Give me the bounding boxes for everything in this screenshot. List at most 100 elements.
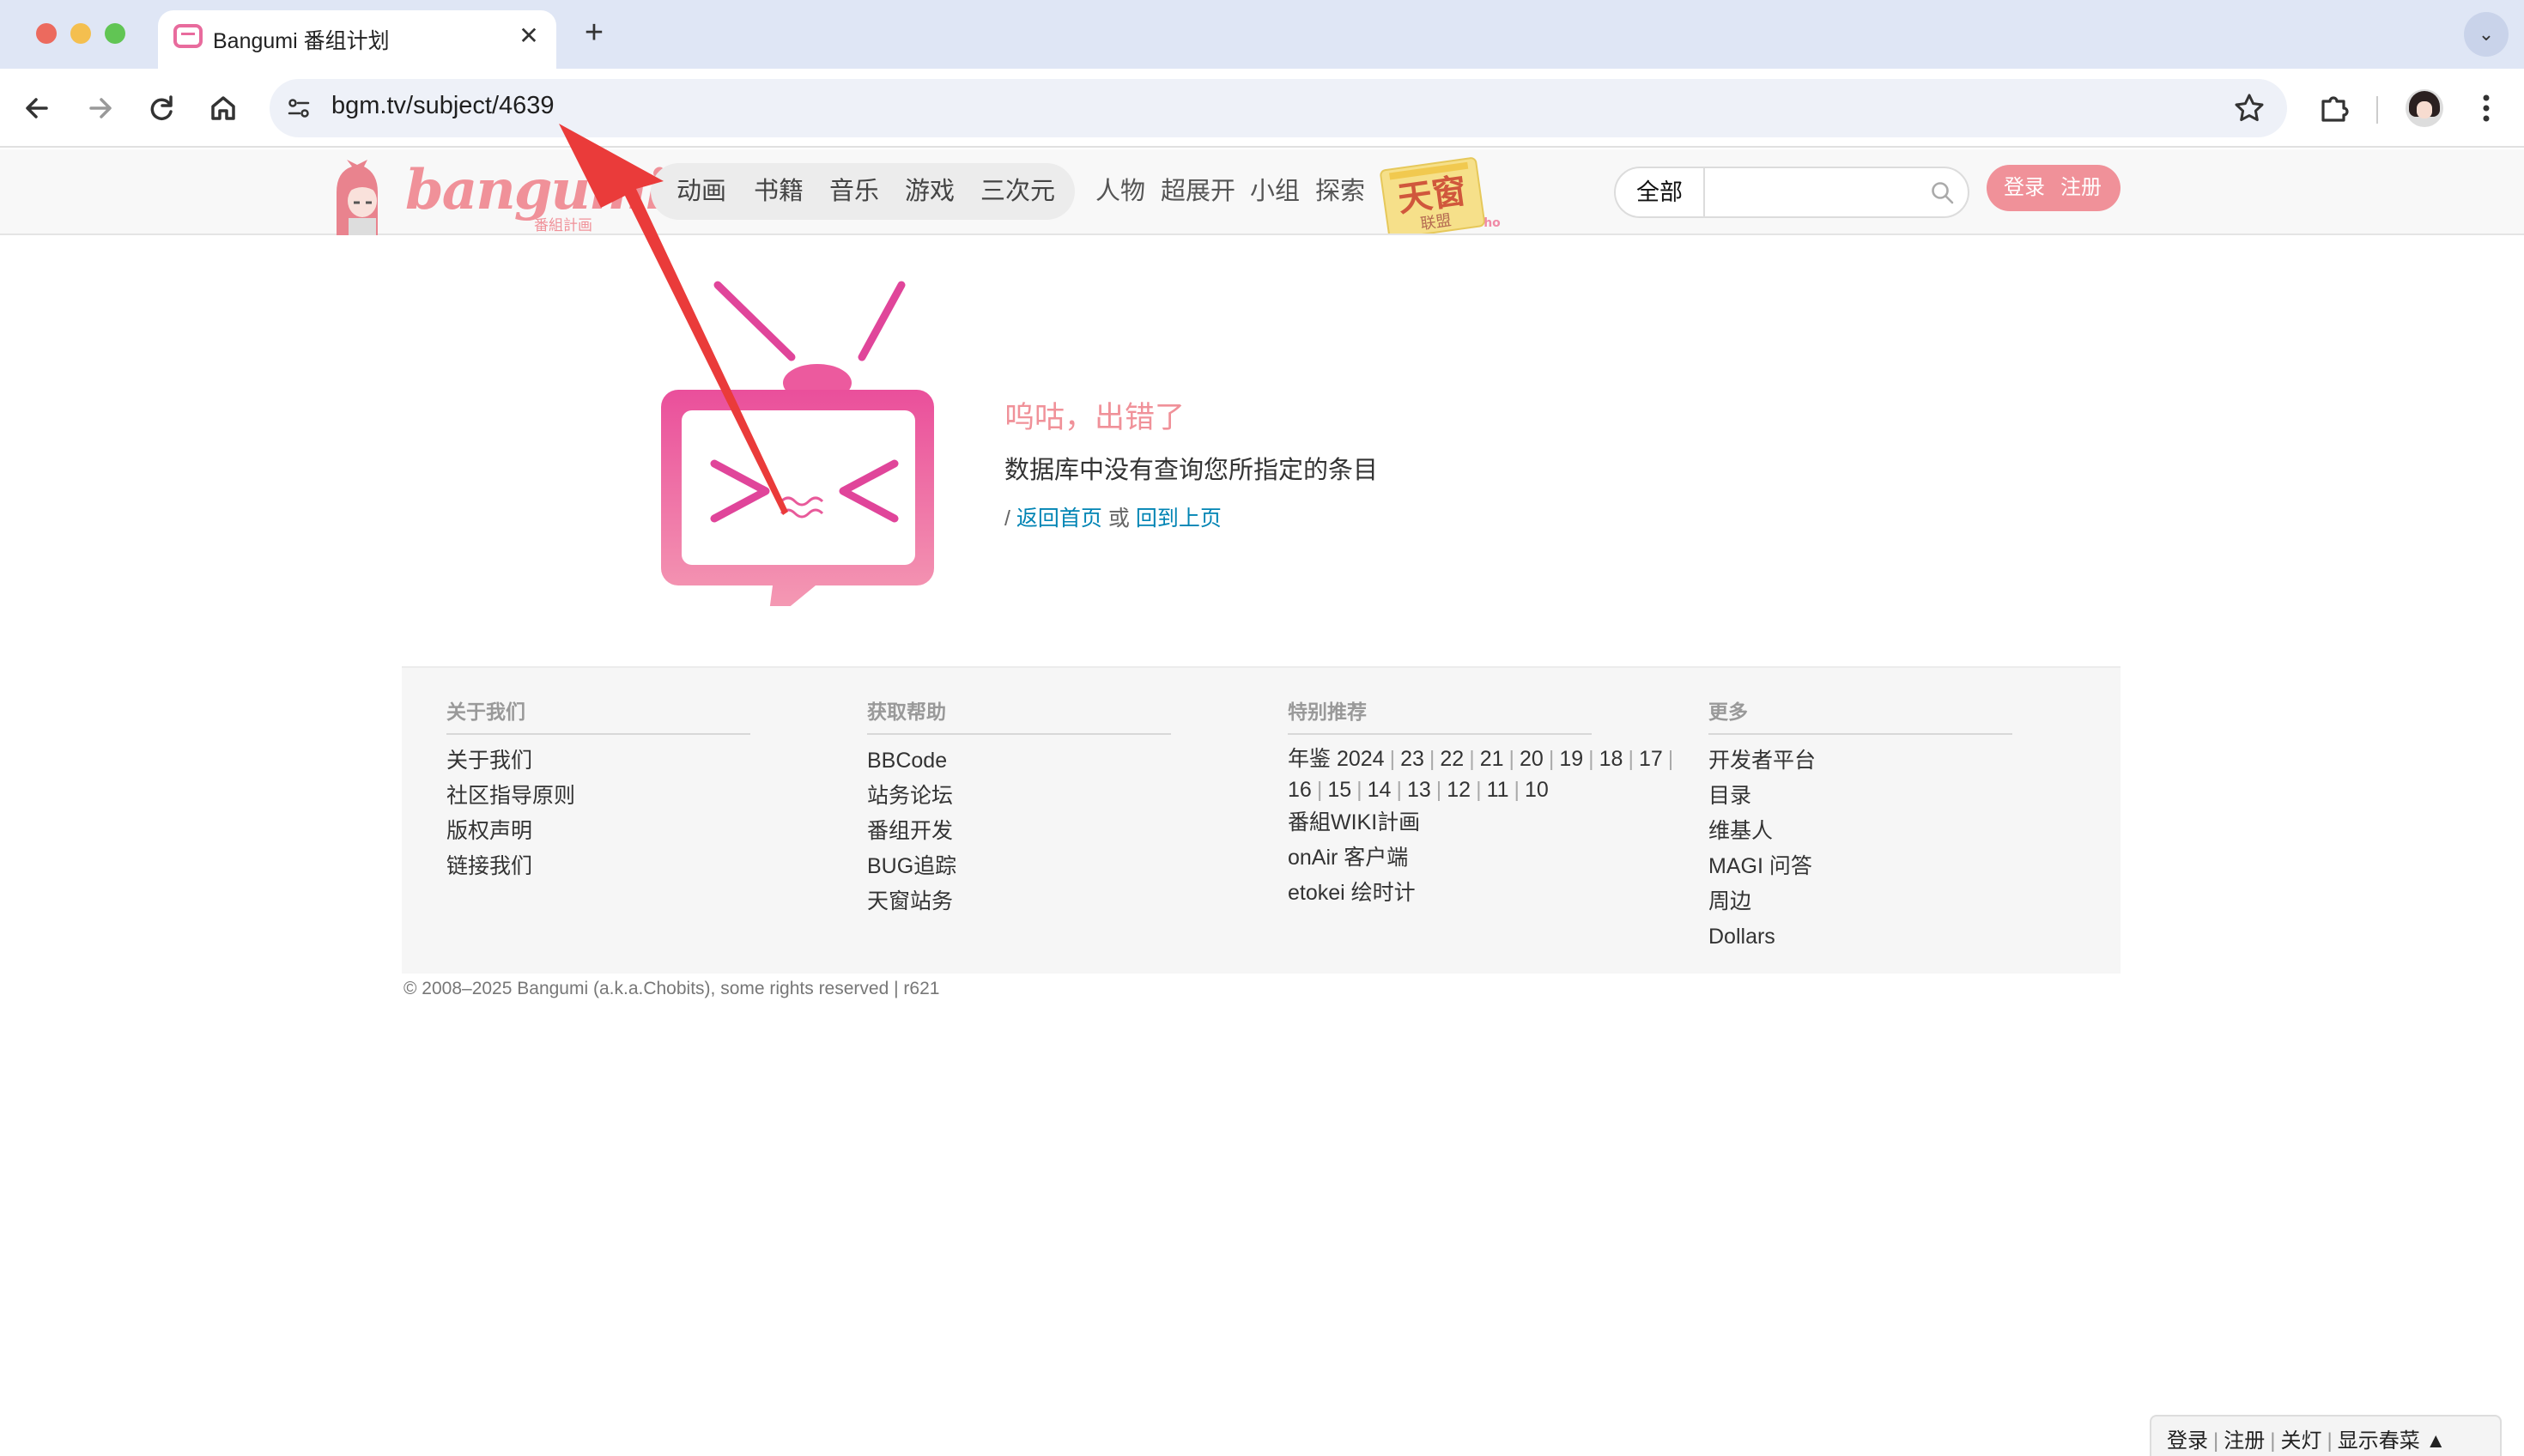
yearbook-year[interactable]: 12 <box>1447 778 1471 802</box>
dock-register-link[interactable]: 注册 <box>2224 1429 2265 1453</box>
register-link[interactable]: 注册 <box>2060 165 2102 211</box>
tab-close-icon[interactable]: ✕ <box>513 21 544 52</box>
search-input[interactable] <box>1712 173 1918 211</box>
error-title: 呜咕，出错了 <box>1004 401 1186 434</box>
main-category-nav: 动画 书籍 音乐 游戏 三次元 <box>651 163 1075 220</box>
yearbook-year[interactable]: 23 <box>1400 747 1424 771</box>
doujin-banner[interactable]: 天窗 联盟 ho <box>1377 155 1506 234</box>
yearbook-links: 年鉴 2024 | 23 | 22 | 21 | 20 | 19 | 18 | 17 | 16 | 15 | 14 | 13… <box>1288 747 1674 802</box>
window-close-button[interactable] <box>36 23 57 44</box>
footer-link-wiki-people[interactable]: 维基人 <box>1708 814 2012 849</box>
auth-pill: 登录 注册 <box>1987 165 2121 211</box>
footer-link-magi[interactable]: MAGI 问答 <box>1708 849 2012 884</box>
yearbook-year[interactable]: 21 <box>1480 747 1504 771</box>
nav-rakuen[interactable]: 超展开 <box>1161 163 1235 220</box>
window-zoom-button[interactable] <box>105 23 125 44</box>
search-category-select[interactable]: 全部 <box>1616 168 1705 216</box>
back-arrow-icon[interactable] <box>17 88 58 129</box>
yearbook-year[interactable]: 14 <box>1368 778 1392 802</box>
nav-people[interactable]: 人物 <box>1095 163 1145 220</box>
footer-col-title: 更多 <box>1708 695 2012 735</box>
dock-show-spring-menu[interactable]: 显示春菜 ▲ <box>2338 1429 2446 1453</box>
forward-arrow-icon[interactable] <box>79 88 120 129</box>
error-tv-mascot-image <box>661 281 934 606</box>
site-footer: 关于我们 关于我们 社区指导原则 版权声明 链接我们 获取帮助 BBCode 站… <box>402 666 2121 974</box>
browser-toolbar: bgm.tv/subject/4639 <box>0 69 2524 148</box>
mascot-girl-icon <box>337 160 378 235</box>
reload-icon[interactable] <box>141 88 182 129</box>
yearbook-year[interactable]: 20 <box>1520 747 1544 771</box>
footer-link-guidelines[interactable]: 社区指导原则 <box>446 779 750 814</box>
footer-link-forum[interactable]: 站务论坛 <box>867 779 1171 814</box>
footer-link-wiki[interactable]: 番組WIKI計画 <box>1288 805 1691 840</box>
error-or-text: 或 <box>1107 507 1130 531</box>
back-previous-link[interactable]: 回到上页 <box>1136 507 1222 531</box>
error-links-prefix: / <box>1004 507 1010 531</box>
footer-link-dev[interactable]: 番组开发 <box>867 814 1171 849</box>
footer-col-title: 关于我们 <box>446 695 750 735</box>
address-bar[interactable]: bgm.tv/subject/4639 <box>270 79 2287 137</box>
more-menu-icon[interactable] <box>2472 88 2500 129</box>
footer-col-about: 关于我们 关于我们 社区指导原则 版权声明 链接我们 <box>446 695 750 884</box>
footer-link-onair[interactable]: onAir 客户端 <box>1288 840 1691 876</box>
bangumi-logo[interactable]: bangumi 番組計画 <box>331 158 666 235</box>
yearbook-year[interactable]: 13 <box>1407 778 1431 802</box>
yearbook-year[interactable]: 2024 <box>1337 747 1385 771</box>
new-tab-button[interactable]: + <box>577 15 611 50</box>
footer-link-dev-platform[interactable]: 开发者平台 <box>1708 743 2012 779</box>
yearbook-year[interactable]: 17 <box>1639 747 1663 771</box>
browser-tab-active[interactable]: Bangumi 番组计划 ✕ <box>158 10 556 69</box>
nav-games[interactable]: 游戏 <box>905 163 955 220</box>
footer-link-bbcode[interactable]: BBCode <box>867 743 1171 779</box>
tab-search-chevron-icon[interactable]: ⌄ <box>2464 12 2509 57</box>
extensions-puzzle-icon[interactable] <box>2313 88 2354 129</box>
nav-real[interactable]: 三次元 <box>980 163 1055 220</box>
dock-login-link[interactable]: 登录 <box>2167 1429 2208 1453</box>
url-text[interactable]: bgm.tv/subject/4639 <box>331 92 555 120</box>
nav-music[interactable]: 音乐 <box>829 163 879 220</box>
footer-col-more: 更多 开发者平台 目录 维基人 MAGI 问答 周边 Dollars <box>1708 695 2012 955</box>
secondary-nav: 人物 超展开 小组 探索 <box>1083 163 1375 220</box>
bookmark-star-icon[interactable] <box>2232 91 2266 125</box>
nav-groups[interactable]: 小组 <box>1250 163 1300 220</box>
back-home-link[interactable]: 返回首页 <box>1016 507 1102 531</box>
yearbook-year[interactable]: 16 <box>1288 778 1312 802</box>
footer-link-dollars[interactable]: Dollars <box>1708 919 2012 955</box>
yearbook-year[interactable]: 22 <box>1440 747 1464 771</box>
nav-anime[interactable]: 动画 <box>677 163 726 220</box>
yearbook-year[interactable]: 15 <box>1327 778 1351 802</box>
footer-link-merch[interactable]: 周边 <box>1708 884 2012 919</box>
bangumi-tv-favicon-icon <box>173 24 203 48</box>
error-message: 数据库中没有查询您所指定的条目 <box>1004 457 1379 484</box>
footer-link-linkus[interactable]: 链接我们 <box>446 849 750 884</box>
yearbook-year[interactable]: 11 <box>1487 778 1509 802</box>
home-icon[interactable] <box>203 88 244 129</box>
footer-link-etokei[interactable]: etokei 绘时计 <box>1288 876 1691 911</box>
yearbook-label[interactable]: 年鉴 <box>1288 747 1331 771</box>
footer-col-title: 特别推荐 <box>1288 695 1592 735</box>
nav-explore[interactable]: 探索 <box>1315 163 1365 220</box>
footer-link-index[interactable]: 目录 <box>1708 779 2012 814</box>
browser-tab-bar: Bangumi 番组计划 ✕ + ⌄ <box>0 0 2524 69</box>
search-icon[interactable] <box>1930 180 1956 206</box>
search-box: 全部 <box>1614 167 1969 218</box>
logo-subtitle: 番組計画 <box>534 217 592 234</box>
svg-text:ho: ho <box>1483 216 1501 230</box>
window-minimize-button[interactable] <box>70 23 91 44</box>
yearbook-year[interactable]: 18 <box>1599 747 1623 771</box>
profile-avatar[interactable] <box>2406 89 2443 127</box>
login-link[interactable]: 登录 <box>2004 165 2045 211</box>
yearbook-year[interactable]: 19 <box>1559 747 1583 771</box>
footer-col-featured: 特别推荐 年鉴 2024 | 23 | 22 | 21 | 20 | 19 | 18 | 17 | 16 | 15 |… <box>1288 695 1691 911</box>
footer-link-about[interactable]: 关于我们 <box>446 743 750 779</box>
dock-lights-toggle[interactable]: 关灯 <box>2280 1429 2321 1453</box>
site-header: bangumi 番組計画 动画 书籍 音乐 游戏 三次元 人物 超展开 小组 探… <box>0 149 2524 235</box>
footer-link-doujin-site[interactable]: 天窗站务 <box>867 884 1171 919</box>
toolbar-divider <box>2376 96 2378 124</box>
nav-books[interactable]: 书籍 <box>754 163 804 220</box>
yearbook-year[interactable]: 10 <box>1525 778 1549 802</box>
footer-link-bug[interactable]: BUG追踪 <box>867 849 1171 884</box>
copyright-text: © 2008–2025 Bangumi (a.k.a.Chobits), som… <box>403 979 940 998</box>
footer-link-copyright[interactable]: 版权声明 <box>446 814 750 849</box>
site-settings-icon[interactable] <box>285 94 312 122</box>
